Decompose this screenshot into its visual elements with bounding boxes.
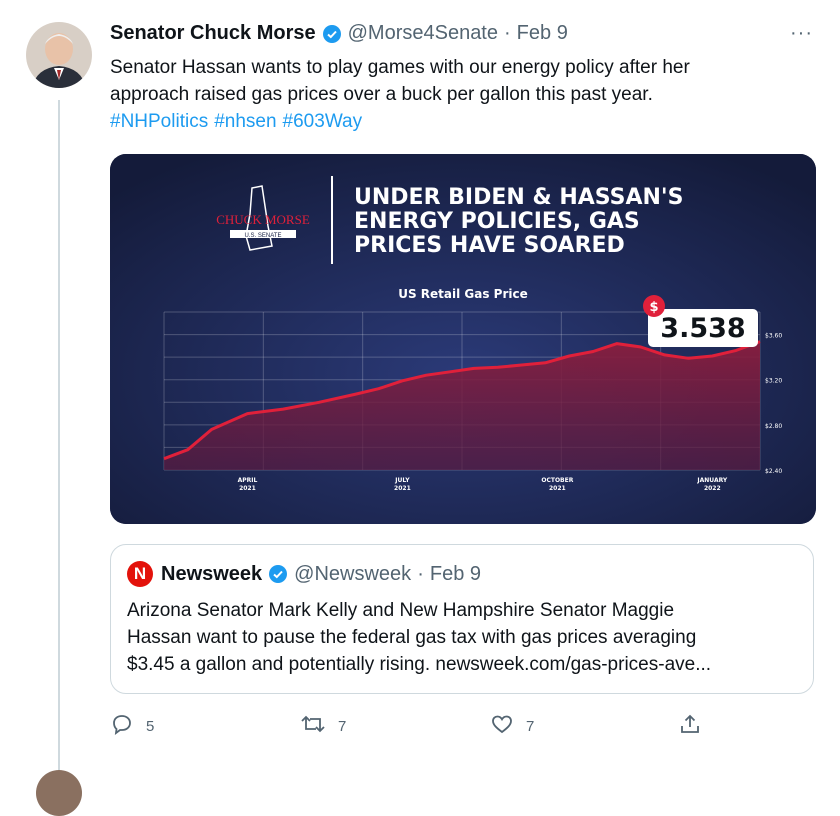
reply-count: 5: [146, 717, 155, 735]
thread-line: [58, 100, 60, 770]
gas-price-graphic: CHUCK MORSE U.S. SENATE UNDER BIDEN & HA…: [110, 154, 816, 524]
logo-sub: U.S. SENATE: [245, 233, 282, 239]
verified-icon: [268, 564, 288, 584]
author-name[interactable]: Senator Chuck Morse: [110, 22, 316, 45]
y-tick-label: $2.40: [765, 468, 782, 475]
quote-text-line: Hassan want to pause the federal gas tax…: [127, 627, 697, 648]
quote-text-line: $3.45 a gallon and potentially rising. n…: [127, 654, 712, 675]
share-button[interactable]: [678, 712, 714, 740]
y-tick-label: $2.80: [765, 423, 782, 430]
callout-value: 3.538: [660, 313, 745, 344]
headline-line: PRICES HAVE SOARED: [354, 233, 625, 258]
action-bar: 5 7 7: [110, 712, 810, 746]
like-icon: [490, 712, 526, 740]
hashtag-link[interactable]: #nhsen: [214, 111, 276, 132]
chart-title: US Retail Gas Price: [398, 287, 528, 301]
logo-name: CHUCK MORSE: [216, 212, 310, 227]
like-count: 7: [526, 717, 535, 735]
like-button[interactable]: 7: [490, 712, 534, 740]
retweet-count: 7: [338, 717, 347, 735]
newsweek-logo-icon: N: [127, 561, 153, 587]
x-tick-label: JULY: [394, 477, 410, 484]
retweet-icon: [300, 712, 338, 740]
headline-line: UNDER BIDEN & HASSAN'S: [354, 185, 683, 210]
tweet-header: Senator Chuck Morse @Morse4Senate · Feb …: [110, 22, 568, 45]
quote-date[interactable]: Feb 9: [430, 563, 481, 586]
avatar[interactable]: [26, 22, 92, 88]
tweet-media-image[interactable]: CHUCK MORSE U.S. SENATE UNDER BIDEN & HA…: [110, 154, 816, 524]
more-icon[interactable]: ···: [790, 22, 813, 45]
x-tick-label: OCTOBER: [541, 477, 573, 484]
reply-icon: [110, 712, 146, 740]
tweet-date[interactable]: Feb 9: [517, 22, 568, 45]
quote-header: N Newsweek @Newsweek · Feb 9: [127, 561, 481, 587]
reply-button[interactable]: 5: [110, 712, 154, 740]
y-tick-label: $3.60: [765, 333, 782, 340]
quote-text-line: Arizona Senator Mark Kelly and New Hamps…: [127, 600, 675, 621]
y-tick-label: $3.20: [765, 378, 782, 385]
separator-dot: ·: [504, 22, 511, 44]
x-tick-sublabel: 2022: [704, 485, 721, 492]
quote-author-name[interactable]: Newsweek: [161, 563, 262, 586]
x-tick-sublabel: 2021: [549, 485, 566, 492]
hashtag-link[interactable]: #NHPolitics: [110, 111, 208, 132]
share-icon: [678, 712, 714, 740]
quote-text: Arizona Senator Mark Kelly and New Hamps…: [127, 597, 799, 678]
headline-line: ENERGY POLICIES, GAS: [354, 209, 640, 234]
separator-dot: ·: [417, 562, 424, 585]
tweet-text-line: approach raised gas prices over a buck p…: [110, 84, 653, 105]
quote-handle[interactable]: @Newsweek: [294, 563, 411, 586]
next-tweet-avatar[interactable]: [36, 770, 82, 816]
retweet-button[interactable]: 7: [300, 712, 346, 740]
author-handle[interactable]: @Morse4Senate: [348, 22, 498, 45]
tweet-text-line: Senator Hassan wants to play games with …: [110, 57, 690, 78]
x-tick-sublabel: 2021: [394, 485, 411, 492]
quote-tweet[interactable]: N Newsweek @Newsweek · Feb 9 Arizona Sen…: [110, 544, 814, 694]
hashtags: #NHPolitics #nhsen #603Way: [110, 108, 790, 135]
tweet-text: Senator Hassan wants to play games with …: [110, 54, 790, 135]
x-tick-label: JANUARY: [696, 477, 728, 484]
x-tick-sublabel: 2021: [239, 485, 256, 492]
verified-icon: [322, 24, 342, 44]
x-tick-label: APRIL: [238, 477, 258, 484]
hashtag-link[interactable]: #603Way: [283, 111, 363, 132]
dollar-icon: $: [649, 300, 658, 315]
